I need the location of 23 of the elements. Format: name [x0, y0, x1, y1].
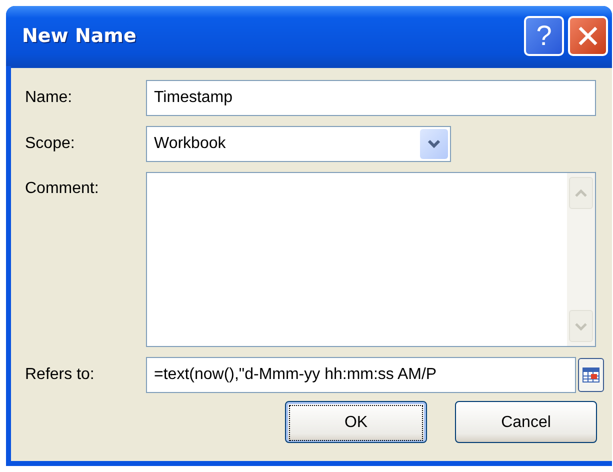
grid-icon	[582, 367, 600, 383]
dropdown-button[interactable]	[420, 129, 448, 159]
scope-dropdown[interactable]: Workbook	[146, 126, 451, 162]
field-label: Name:	[25, 89, 74, 107]
close-icon	[577, 25, 599, 47]
window-title: New Name	[22, 25, 138, 47]
help-button[interactable]: ?	[524, 16, 564, 56]
close-button[interactable]	[568, 16, 608, 56]
scroll-down-button[interactable]	[569, 310, 593, 342]
comment-field[interactable]	[146, 172, 596, 347]
cancel-button[interactable]: Cancel	[455, 401, 597, 443]
chevron-up-icon	[574, 188, 588, 198]
chevron-down-icon	[427, 139, 441, 149]
field-label: Refers to:	[25, 366, 96, 384]
chevron-down-icon	[574, 322, 588, 330]
name-field[interactable]: Timestamp	[146, 80, 596, 116]
refers-to-field[interactable]: =text(now(),"d-Mmm-yy hh:mm:ss AM/P	[146, 357, 576, 393]
scroll-up-button[interactable]	[569, 177, 593, 209]
field-label: Comment:	[25, 180, 100, 198]
field-label: Scope:	[25, 135, 76, 153]
scrollbar[interactable]	[567, 173, 595, 346]
ok-button[interactable]: OK	[285, 401, 427, 443]
range-select-button[interactable]	[578, 358, 604, 392]
